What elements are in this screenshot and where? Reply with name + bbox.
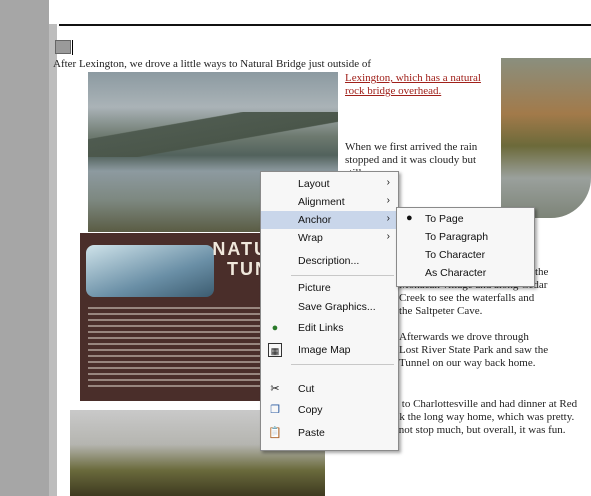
menu-item-label: Layout xyxy=(298,178,330,190)
context-menu: Layout › Alignment › Anchor › Wrap › Des… xyxy=(260,171,399,451)
menu-item-label: Description... xyxy=(298,255,360,267)
text-cursor xyxy=(72,40,73,55)
submenu-arrow-icon: › xyxy=(386,177,390,188)
submenu-item-label: To Page xyxy=(425,213,464,225)
menu-item-label: Save Graphics... xyxy=(298,301,376,313)
menu-item-label: Alignment xyxy=(298,196,345,208)
paragraph-intro: After Lexington, we drove a little ways … xyxy=(53,58,372,70)
menu-item-anchor[interactable]: Anchor › xyxy=(261,211,398,229)
menu-item-label: Edit Links xyxy=(298,322,344,334)
forest-photo[interactable] xyxy=(501,58,591,218)
menu-item-edit-links[interactable]: ● Edit Links xyxy=(261,319,398,337)
menu-item-cut[interactable]: ✂ Cut xyxy=(261,380,398,398)
page-header-line xyxy=(59,24,591,26)
anchor-submenu: ● To Page To Paragraph To Character As C… xyxy=(396,207,535,287)
submenu-arrow-icon: › xyxy=(386,213,390,224)
paragraph-afterwards: Afterwards we drove through Lost River S… xyxy=(399,331,549,369)
menu-item-save-graphics[interactable]: Save Graphics... xyxy=(261,298,398,316)
menu-item-wrap[interactable]: Wrap › xyxy=(261,229,398,247)
menu-item-description[interactable]: Description... xyxy=(261,252,398,270)
paragraph-natural-bridge: Lexington, which has a natural rock brid… xyxy=(345,72,485,98)
menu-item-paste[interactable]: 📋 Paste xyxy=(261,424,398,442)
submenu-item-label: To Character xyxy=(425,249,486,261)
left-gutter xyxy=(0,0,49,496)
submenu-arrow-icon: › xyxy=(386,195,390,206)
submenu-item-as-character[interactable]: As Character xyxy=(397,264,534,282)
mountain-ridge xyxy=(88,112,338,157)
link-icon: ● xyxy=(271,322,279,334)
submenu-item-to-character[interactable]: To Character xyxy=(397,246,534,264)
submenu-item-label: As Character xyxy=(425,267,487,279)
scissors-icon: ✂ xyxy=(270,383,280,395)
menu-item-copy[interactable]: ❐ Copy xyxy=(261,401,398,419)
menu-item-label: Wrap xyxy=(298,232,323,244)
image-map-icon: ▦ xyxy=(268,343,282,357)
menu-item-label: Cut xyxy=(298,383,315,395)
submenu-item-to-page[interactable]: ● To Page xyxy=(397,210,534,228)
submenu-item-to-paragraph[interactable]: To Paragraph xyxy=(397,228,534,246)
menu-item-label: Paste xyxy=(298,427,325,439)
page-margin-shadow xyxy=(49,24,57,496)
copy-icon: ❐ xyxy=(270,404,280,416)
menu-item-label: Anchor xyxy=(298,214,332,226)
image-anchor-handle[interactable] xyxy=(55,40,71,54)
menu-item-label: Image Map xyxy=(298,344,351,356)
menu-item-picture[interactable]: Picture xyxy=(261,279,398,297)
menu-item-label: Picture xyxy=(298,282,331,294)
paste-icon: 📋 xyxy=(268,427,282,439)
menu-separator xyxy=(291,364,394,365)
submenu-item-label: To Paragraph xyxy=(425,231,489,243)
menu-item-label: Copy xyxy=(298,404,323,416)
menu-item-layout[interactable]: Layout › xyxy=(261,175,398,193)
lexington-link[interactable]: Lexington, which has a natural rock brid… xyxy=(345,72,481,97)
menu-item-image-map[interactable]: ▦ Image Map xyxy=(261,341,398,359)
menu-item-alignment[interactable]: Alignment › xyxy=(261,193,398,211)
radio-checked-icon: ● xyxy=(406,212,413,224)
menu-separator xyxy=(291,275,394,276)
submenu-arrow-icon: › xyxy=(386,231,390,242)
sign-illustration xyxy=(86,245,214,297)
